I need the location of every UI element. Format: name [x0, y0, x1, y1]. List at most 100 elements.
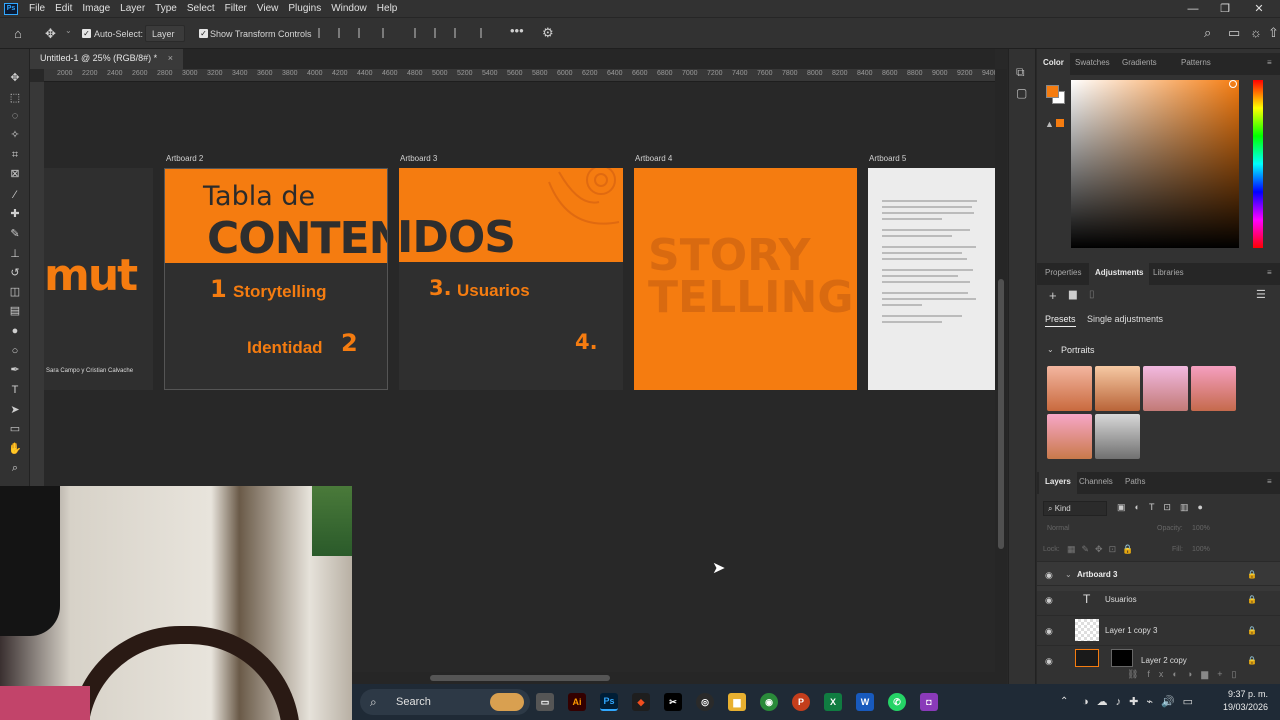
align-center-icon[interactable]	[338, 28, 350, 38]
healing-icon[interactable]: ✚	[8, 207, 22, 221]
align-left-icon[interactable]	[318, 28, 330, 38]
powerpoint-icon[interactable]: P	[792, 693, 810, 711]
portrait-preset-1[interactable]	[1047, 366, 1092, 411]
menu-layer[interactable]: Layer	[115, 3, 150, 14]
visibility-eye-icon[interactable]: ◉	[1045, 656, 1053, 667]
align-right-icon[interactable]	[358, 28, 370, 38]
lock-icon[interactable]: 🔒	[1247, 570, 1257, 579]
chevron-down-icon[interactable]: ⌄	[65, 26, 72, 35]
hand-icon[interactable]: ✋	[8, 442, 22, 456]
tab-presets[interactable]: Presets	[1045, 314, 1076, 327]
horizontal-scroll-thumb[interactable]	[430, 675, 610, 681]
trash-icon[interactable]: ▯	[1089, 289, 1095, 300]
app-icon[interactable]: ◎	[696, 693, 714, 711]
tab-patterns[interactable]: Patterns	[1175, 53, 1217, 75]
excel-icon[interactable]: X	[824, 693, 842, 711]
chrome-icon[interactable]: ◉	[760, 693, 778, 711]
frame-icon[interactable]: ⊠	[8, 167, 22, 181]
menu-edit[interactable]: Edit	[50, 3, 77, 14]
layers-panel-menu-icon[interactable]: ≡	[1261, 472, 1278, 494]
tab-swatches[interactable]: Swatches	[1069, 53, 1116, 75]
figma-icon[interactable]: ◆	[632, 693, 650, 711]
layer-select[interactable]: Layer	[145, 25, 185, 42]
libraries-icon[interactable]: ⧉	[1016, 65, 1025, 80]
tab-gradients[interactable]: Gradients	[1116, 53, 1163, 75]
more-options-icon[interactable]: •••	[510, 23, 524, 38]
share-icon[interactable]: ⇧	[1268, 25, 1279, 41]
align-top-icon[interactable]	[414, 28, 426, 38]
tray-chevron-icon[interactable]: ⌃	[1060, 696, 1068, 707]
vertical-scrollbar[interactable]	[995, 69, 1007, 684]
show-transform-checkbox[interactable]: ✓	[199, 29, 208, 38]
tab-adjustments[interactable]: Adjustments	[1089, 263, 1150, 285]
search-icon[interactable]: ⌕	[1204, 25, 1211, 41]
lock-icon[interactable]: 🔒	[1247, 595, 1257, 604]
tab-libraries[interactable]: Libraries	[1147, 263, 1190, 285]
artboard-3-label[interactable]: Artboard 3	[400, 154, 437, 163]
layer-row-layer-1-copy-3[interactable]: ◉ Layer 1 copy 3 🔒	[1037, 615, 1280, 645]
magic-wand-icon[interactable]: ✧	[8, 128, 22, 142]
artboard-3[interactable]: IDOS 3. Usuarios 4.	[399, 168, 623, 390]
gradient-icon[interactable]: ▤	[8, 304, 22, 318]
hue-slider[interactable]	[1253, 80, 1263, 248]
opacity-value[interactable]: 100%	[1192, 525, 1210, 532]
folder-icon[interactable]: ▆	[1069, 289, 1077, 300]
list-view-icon[interactable]: ☰	[1256, 288, 1266, 301]
lasso-icon[interactable]: ◌	[8, 109, 22, 123]
move-tool-icon[interactable]: ✥	[45, 26, 56, 42]
chevron-down-icon[interactable]: ⌄	[1065, 570, 1072, 579]
fill-value[interactable]: 100%	[1192, 546, 1210, 553]
menu-type[interactable]: Type	[150, 3, 182, 14]
artboard-4-label[interactable]: Artboard 4	[635, 154, 672, 163]
tab-properties[interactable]: Properties	[1039, 263, 1087, 285]
align-bottom-icon[interactable]	[454, 28, 466, 38]
layer-row-usuarios[interactable]: ◉ T Usuarios 🔒	[1037, 585, 1280, 615]
auto-select-checkbox[interactable]: ✓	[82, 29, 91, 38]
restore-icon[interactable]: ❐	[1210, 0, 1240, 17]
artboard-2[interactable]: Tabla de CONTEN 1 Storytelling Identidad…	[164, 168, 388, 390]
move-icon[interactable]: ✥	[8, 71, 22, 85]
tray-icons[interactable]: ◑☁♪✚⌁🔊▭	[1082, 695, 1201, 708]
path-select-icon[interactable]: ➤	[8, 403, 22, 417]
photoshop-taskbar-icon[interactable]: Ps	[600, 693, 618, 711]
artboard-5[interactable]	[868, 168, 995, 390]
portraits-group-label[interactable]: Portraits	[1061, 345, 1095, 355]
type-icon[interactable]: T	[8, 383, 22, 397]
panel-menu-icon[interactable]: ≡	[1261, 53, 1278, 75]
chevron-down-icon[interactable]: ⌄	[1047, 345, 1054, 354]
lightbulb-icon[interactable]: ☼	[1250, 25, 1262, 40]
zoom-icon[interactable]: ⌕	[8, 461, 22, 475]
artboard-5-label[interactable]: Artboard 5	[869, 154, 906, 163]
tab-layers[interactable]: Layers	[1039, 472, 1077, 494]
menu-plugins[interactable]: Plugins	[283, 3, 326, 14]
close-tab-icon[interactable]: ×	[168, 53, 173, 63]
app-icon-2[interactable]: ◘	[920, 693, 938, 711]
menu-file[interactable]: File	[24, 3, 50, 14]
lock-icons[interactable]: ▦✎✥⊡🔒	[1067, 544, 1139, 555]
visibility-eye-icon[interactable]: ◉	[1045, 570, 1053, 581]
eraser-icon[interactable]: ◫	[8, 285, 22, 299]
menu-help[interactable]: Help	[372, 3, 403, 14]
artboard-4[interactable]: STORY TELLING	[634, 168, 857, 390]
whatsapp-icon[interactable]: ✆	[888, 693, 906, 711]
gamut-swatch[interactable]	[1056, 119, 1064, 127]
portrait-preset-6[interactable]	[1095, 414, 1140, 459]
kind-filter-select[interactable]: ⌕ Kind	[1043, 501, 1107, 516]
add-adjustment-icon[interactable]: +	[1049, 288, 1057, 303]
menu-select[interactable]: Select	[182, 3, 220, 14]
lock-icon[interactable]: 🔒	[1247, 656, 1257, 665]
home-icon[interactable]: ⌂	[14, 26, 22, 41]
portrait-preset-3[interactable]	[1143, 366, 1188, 411]
workspace-icon[interactable]: ▭	[1228, 25, 1240, 41]
menu-filter[interactable]: Filter	[220, 3, 252, 14]
file-explorer-icon[interactable]: ▆	[728, 693, 746, 711]
crop-icon[interactable]: ⌗	[8, 148, 22, 162]
tab-channels[interactable]: Channels	[1073, 472, 1119, 494]
portrait-preset-4[interactable]	[1191, 366, 1236, 411]
artboard-2-label[interactable]: Artboard 2	[166, 154, 203, 163]
rectangle-icon[interactable]: ▭	[8, 422, 22, 436]
visibility-eye-icon[interactable]: ◉	[1045, 626, 1053, 637]
menu-window[interactable]: Window	[326, 3, 372, 14]
dodge-icon[interactable]: ○	[8, 344, 22, 358]
clock-date[interactable]: 19/03/2026	[1214, 702, 1268, 712]
